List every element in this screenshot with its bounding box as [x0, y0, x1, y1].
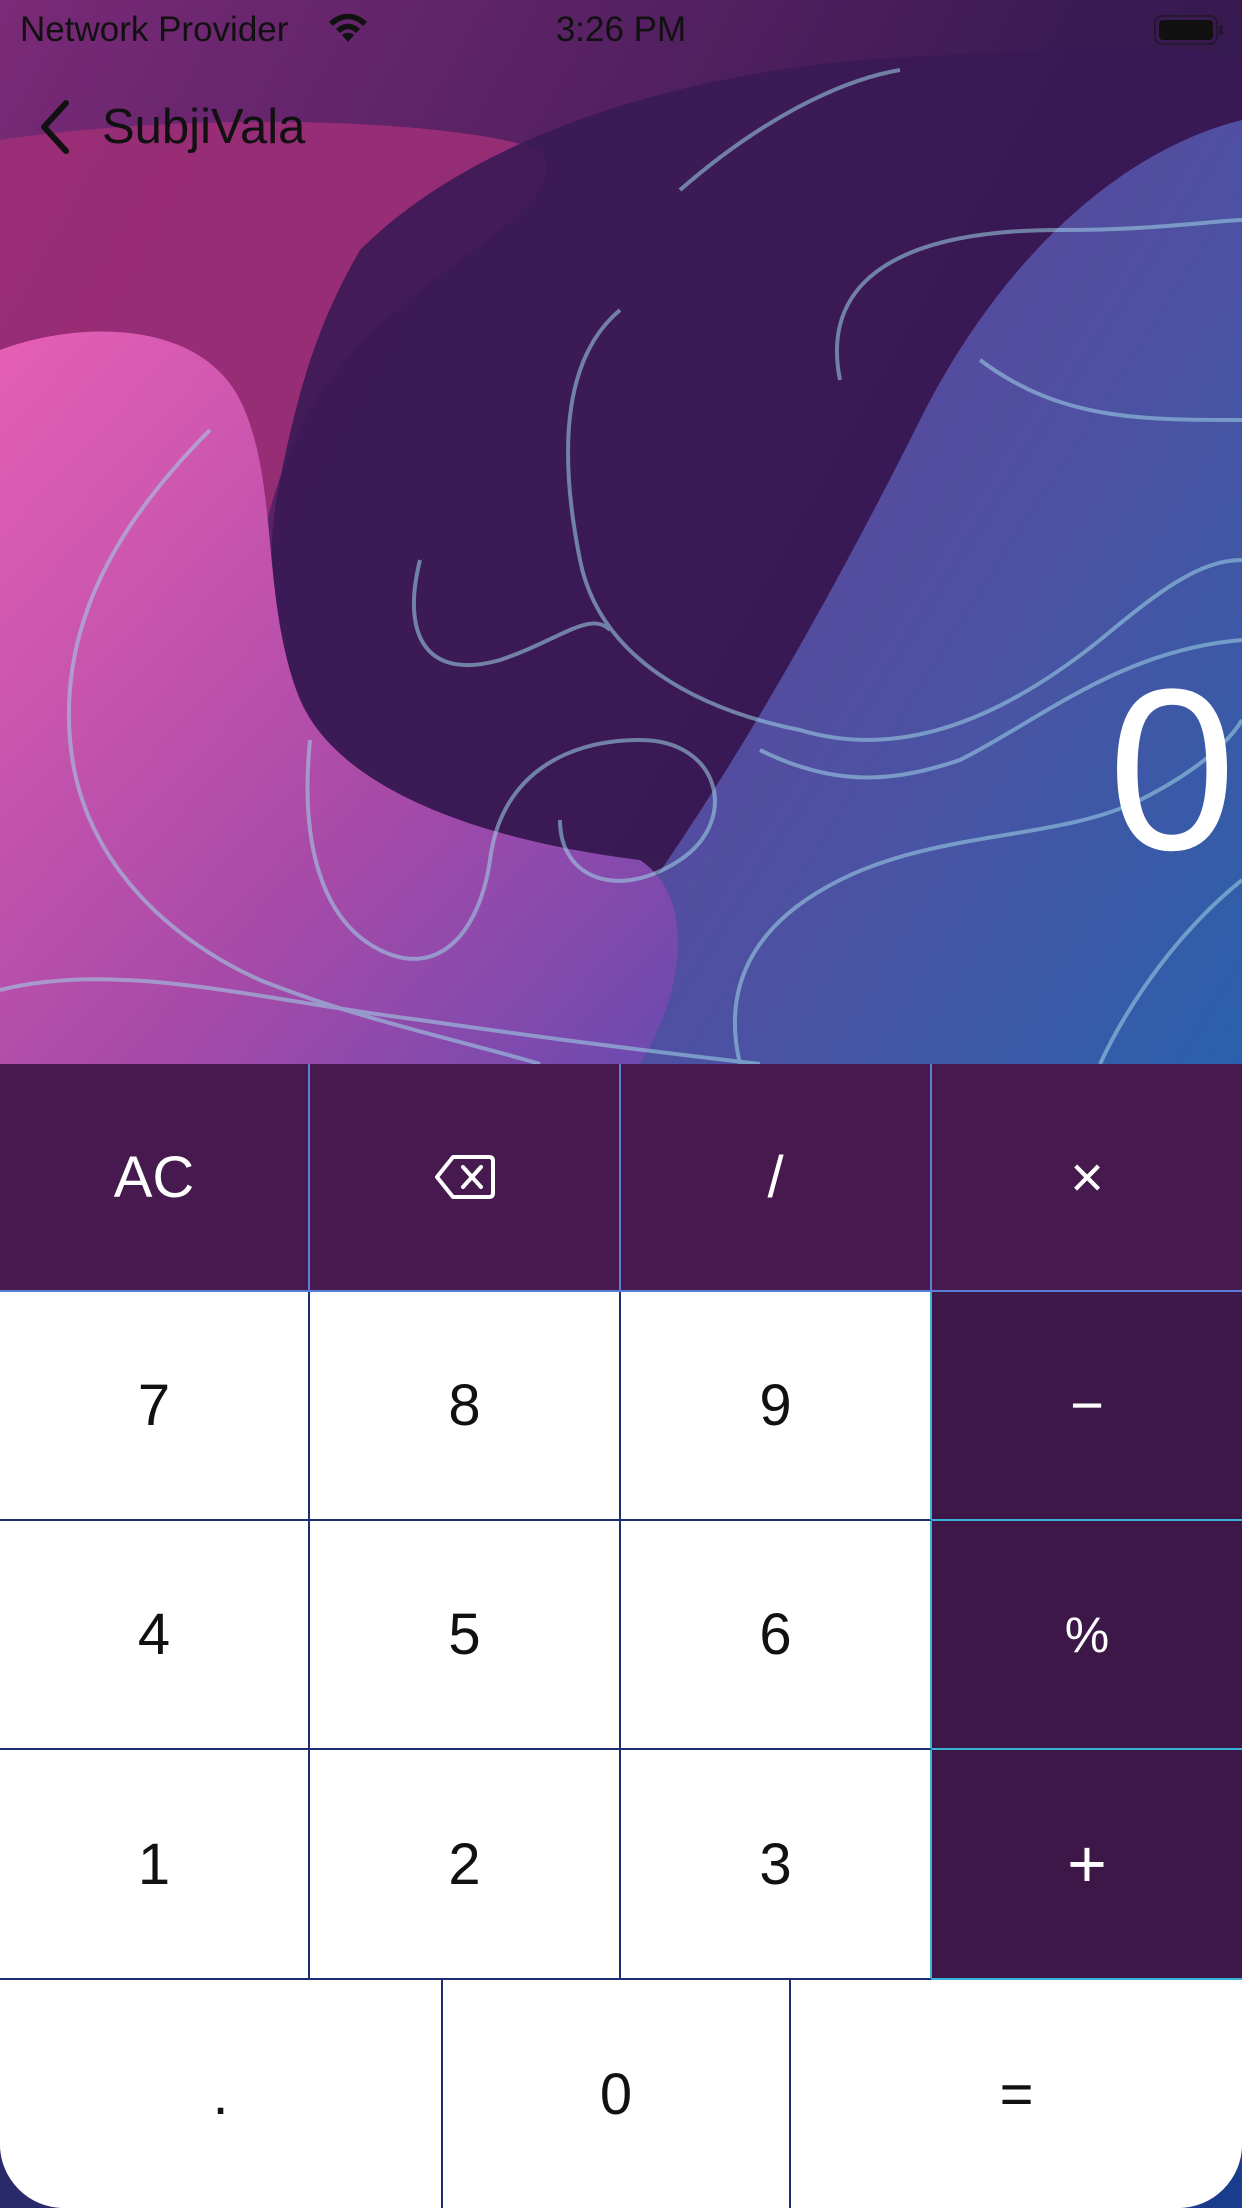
- chevron-left-icon: [41, 100, 69, 154]
- multiply-button[interactable]: ×: [932, 1064, 1242, 1292]
- keypad: AC / × 7 8 9 − 4 5 6 % 1 2 3 + . 0 =: [0, 1064, 1242, 2208]
- back-button[interactable]: SubjiVala: [36, 92, 305, 162]
- back-label: SubjiVala: [102, 100, 306, 154]
- digit-0-button[interactable]: 0: [443, 1980, 791, 2208]
- backspace-icon: [434, 1155, 495, 1199]
- percent-button[interactable]: %: [932, 1521, 1242, 1750]
- digit-5-button[interactable]: 5: [310, 1521, 621, 1750]
- digit-6-button[interactable]: 6: [621, 1521, 932, 1750]
- equals-button[interactable]: =: [791, 1980, 1242, 2208]
- add-button[interactable]: +: [932, 1750, 1242, 1980]
- decimal-button[interactable]: .: [0, 1980, 443, 2208]
- digit-2-button[interactable]: 2: [310, 1750, 621, 1980]
- subtract-button[interactable]: −: [932, 1292, 1242, 1521]
- bottom-key-row: . 0 =: [0, 1980, 1242, 2208]
- digit-9-button[interactable]: 9: [621, 1292, 932, 1521]
- battery-icon: [1154, 15, 1223, 45]
- digit-3-button[interactable]: 3: [621, 1750, 932, 1980]
- calculator-display: 0: [1108, 641, 1236, 898]
- backspace-button[interactable]: [310, 1064, 621, 1292]
- clear-button[interactable]: AC: [0, 1064, 310, 1292]
- digit-1-button[interactable]: 1: [0, 1750, 310, 1980]
- status-bar: Network Provider 3:26 PM: [0, 0, 1242, 62]
- calculator-screen: Network Provider 3:26 PM SubjiVala 0 AC: [0, 0, 1242, 2208]
- digit-4-button[interactable]: 4: [0, 1521, 310, 1750]
- digit-8-button[interactable]: 8: [310, 1292, 621, 1521]
- divide-button[interactable]: /: [621, 1064, 932, 1292]
- digit-7-button[interactable]: 7: [0, 1292, 310, 1521]
- status-time: 3:26 PM: [555, 10, 687, 49]
